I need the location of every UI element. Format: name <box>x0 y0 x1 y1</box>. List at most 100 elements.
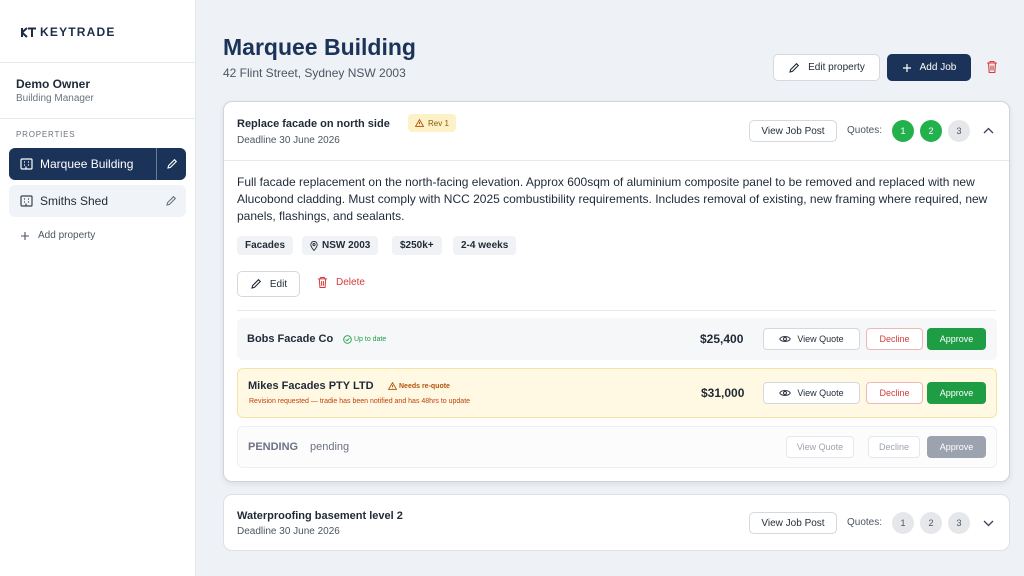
add-property-link[interactable]: Add property <box>20 230 95 241</box>
tag-label: 2-4 weeks <box>461 240 509 251</box>
job-card-waterproofing[interactable]: Waterproofing basement level 2 Deadline … <box>223 494 1010 551</box>
view-job-post-button[interactable]: View Job Post <box>749 120 837 142</box>
quotes-label: Quotes: <box>847 517 883 528</box>
quote-count-2[interactable]: 2 <box>920 120 942 142</box>
job-card-facade: Replace facade on north side Rev 1 Deadl… <box>223 101 1010 482</box>
actions-divider <box>237 310 996 311</box>
view-quote-label: View Quote <box>797 334 844 344</box>
user-role: Building Manager <box>16 93 94 104</box>
tradie-name: Mikes Facades PTY LTD <box>248 380 374 392</box>
sidebar-divider <box>0 62 195 63</box>
job-deadline: Deadline 30 June 2026 <box>237 526 340 537</box>
quote-count-1[interactable]: 1 <box>892 512 914 534</box>
building-icon <box>20 158 34 170</box>
quote-count-3[interactable]: 3 <box>948 120 970 142</box>
sidebar-item-label: Marquee Building <box>40 157 134 171</box>
tradie-name: Bobs Facade Co <box>247 333 334 345</box>
approve-label: Approve <box>939 442 974 452</box>
map-pin-icon <box>310 240 318 251</box>
job-title[interactable]: Waterproofing basement level 2 <box>237 510 403 522</box>
revision-badge: Rev 1 <box>408 114 456 132</box>
decline-label: Decline <box>879 334 910 344</box>
status-text: Needs re-quote <box>399 382 450 390</box>
sidebar-item-smiths-shed[interactable]: Smiths Shed <box>9 185 186 217</box>
chevron-up-icon[interactable] <box>983 127 994 134</box>
warning-icon <box>415 119 424 127</box>
logo[interactable]: KEYTRADE <box>21 25 116 39</box>
approve-button-disabled: Approve <box>927 436 986 458</box>
approve-button[interactable]: Approve <box>927 382 986 404</box>
status-needs-requote: Needs re-quote <box>388 382 450 390</box>
delete-job-label: Delete <box>336 277 365 288</box>
edit-property-button[interactable]: Edit property <box>773 54 880 81</box>
warning-icon <box>388 382 397 390</box>
view-quote-button-disabled: View Quote <box>786 436 854 458</box>
tag-label: Facades <box>245 240 286 251</box>
edit-property-pencil-icon[interactable] <box>156 148 186 180</box>
view-quote-label: View Quote <box>796 442 844 452</box>
building-icon <box>20 195 34 207</box>
pencil-icon <box>251 278 261 289</box>
quote-row-needs-requote: Mikes Facades PTY LTD Needs re-quote Rev… <box>237 368 997 418</box>
edit-property-pencil-icon[interactable] <box>156 185 186 217</box>
decline-button[interactable]: Decline <box>866 382 923 404</box>
property-address: 42 Flint Street, Sydney NSW 2003 <box>223 66 406 80</box>
job-title[interactable]: Replace facade on north side <box>237 118 390 130</box>
chevron-down-icon[interactable] <box>983 520 994 527</box>
plus-icon <box>902 63 911 72</box>
status-text: Up to date <box>354 336 387 343</box>
job-deadline: Deadline 30 June 2026 <box>237 135 340 146</box>
edit-property-label: Edit property <box>808 62 865 73</box>
tag-trade: Facades <box>237 236 294 255</box>
page-title: Marquee Building <box>223 34 416 60</box>
eye-icon <box>779 390 792 396</box>
delete-property-trash-icon[interactable] <box>986 60 998 74</box>
add-job-label: Add Job <box>919 62 957 73</box>
quote-count-3[interactable]: 3 <box>948 512 970 534</box>
delete-job-button[interactable]: Delete <box>317 276 365 289</box>
quote-count-1[interactable]: 1 <box>892 120 914 142</box>
sidebar-item-label: Smiths Shed <box>40 194 109 208</box>
quote-price: $25,400 <box>700 332 744 346</box>
sidebar-divider <box>0 118 195 119</box>
view-job-post-label: View Job Post <box>761 517 825 529</box>
plus-icon <box>21 231 29 240</box>
status-text: pending <box>310 441 350 453</box>
view-job-post-label: View Job Post <box>761 125 825 137</box>
keytrade-logo-icon <box>21 26 36 38</box>
logo-text: KEYTRADE <box>40 25 116 39</box>
approve-button[interactable]: Approve <box>927 328 986 350</box>
decline-button[interactable]: Decline <box>866 328 923 350</box>
tag-duration: 2-4 weeks <box>453 236 517 255</box>
view-quote-button[interactable]: View Quote <box>763 382 860 404</box>
view-job-post-button[interactable]: View Job Post <box>749 512 837 534</box>
job-description: Full facade replacement on the north-fac… <box>237 175 988 223</box>
properties-section-label: PROPERTIES <box>16 130 76 139</box>
view-quote-button[interactable]: View Quote <box>763 328 860 350</box>
tag-label: $250k+ <box>400 240 434 251</box>
quote-count-2[interactable]: 2 <box>920 512 942 534</box>
approve-label: Approve <box>939 388 974 398</box>
quote-row-pending: PENDING pending View Quote Decline Appro… <box>237 426 997 468</box>
check-circle-icon <box>343 335 352 344</box>
view-quote-label: View Quote <box>797 388 844 398</box>
quotes-label: Quotes: <box>847 125 883 136</box>
edit-job-button[interactable]: Edit <box>237 271 300 297</box>
edit-job-label: Edit <box>269 278 288 290</box>
status-up-to-date: Up to date <box>343 335 386 344</box>
sidebar: KEYTRADE Demo Owner Building Manager PRO… <box>0 0 196 576</box>
trash-icon <box>317 276 328 289</box>
tag-label: NSW 2003 <box>322 240 371 251</box>
decline-button-disabled: Decline <box>868 436 920 458</box>
sidebar-item-marquee-building[interactable]: Marquee Building <box>9 148 186 180</box>
add-job-button[interactable]: Add Job <box>887 54 971 81</box>
approve-label: Approve <box>939 334 974 344</box>
pencil-icon <box>789 62 800 73</box>
add-property-label: Add property <box>38 230 96 241</box>
revision-badge-text: Rev 1 <box>428 118 449 128</box>
quote-row: Bobs Facade Co Up to date $25,400 View Q… <box>237 318 997 360</box>
eye-icon <box>779 336 792 342</box>
decline-label: Decline <box>879 388 910 398</box>
user-name: Demo Owner <box>16 77 91 91</box>
revision-note: Revision requested — tradie has been not… <box>249 398 471 405</box>
